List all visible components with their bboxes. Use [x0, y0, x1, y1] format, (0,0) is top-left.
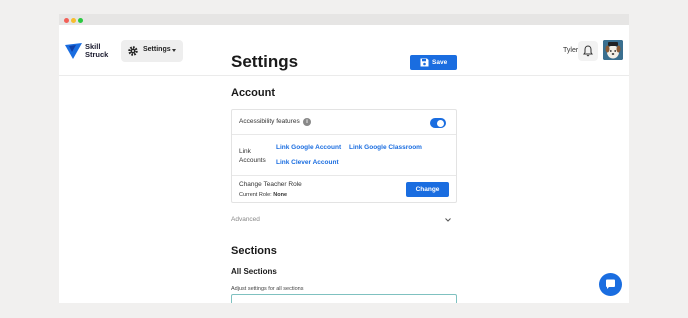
all-sections-input[interactable]: [231, 294, 457, 303]
link-accounts-label: Link Accounts: [239, 148, 266, 164]
accessibility-row: Accessibility features i: [232, 110, 456, 135]
link-google-account-link[interactable]: Link Google Account: [276, 144, 341, 151]
current-role-text: Current Role: None: [239, 192, 287, 198]
info-icon[interactable]: i: [303, 118, 311, 126]
brand-name[interactable]: Skill Struck: [85, 43, 108, 59]
link-clever-account-link[interactable]: Link Clever Account: [276, 159, 339, 166]
chat-bubble-icon: [606, 279, 615, 289]
close-window-dot[interactable]: [64, 18, 69, 23]
maximize-window-dot[interactable]: [78, 18, 83, 23]
user-avatar[interactable]: [603, 40, 623, 60]
current-role-value: None: [273, 192, 287, 198]
save-button-label: Save: [432, 58, 448, 66]
settings-menu-button[interactable]: Settings: [121, 40, 183, 62]
save-button[interactable]: Save: [410, 55, 457, 70]
accessibility-toggle[interactable]: [430, 118, 446, 128]
page-title: Settings: [231, 52, 299, 71]
advanced-toggle[interactable]: Advanced: [231, 216, 260, 223]
gear-icon: [128, 46, 138, 56]
account-heading: Account: [231, 87, 275, 99]
link-google-classroom-link[interactable]: Link Google Classroom: [349, 144, 422, 151]
browser-window: Skill Struck Settings Tyler Settings Sav…: [59, 14, 629, 303]
save-disk-icon: [420, 58, 429, 67]
teacher-role-row: Change Teacher Role Current Role: None C…: [232, 176, 456, 203]
change-teacher-role-label: Change Teacher Role: [239, 181, 302, 188]
window-titlebar: [59, 14, 629, 25]
toggle-knob: [437, 119, 444, 127]
notifications-button[interactable]: [578, 41, 598, 61]
user-name: Tyler: [563, 47, 579, 54]
top-navigation-bar: Skill Struck Settings Tyler: [59, 25, 629, 76]
bell-icon: [583, 45, 593, 57]
chevron-down-icon[interactable]: [444, 216, 452, 224]
account-settings-card: Accessibility features i Link Accounts L…: [231, 109, 457, 203]
adjust-settings-label: Adjust settings for all sections: [231, 286, 304, 292]
link-accounts-row: Link Accounts Link Google Account Link G…: [232, 135, 456, 176]
accessibility-label: Accessibility features: [239, 118, 300, 125]
chat-support-button[interactable]: [599, 273, 622, 296]
dog-avatar-icon: [603, 40, 623, 60]
chevron-down-icon: [172, 49, 176, 52]
settings-menu-label: Settings: [143, 46, 171, 53]
skill-struck-logo-icon[interactable]: [65, 43, 83, 59]
sections-heading: Sections: [231, 245, 277, 257]
minimize-window-dot[interactable]: [71, 18, 76, 23]
change-role-button[interactable]: Change: [406, 182, 449, 197]
all-sections-heading: All Sections: [231, 267, 277, 276]
